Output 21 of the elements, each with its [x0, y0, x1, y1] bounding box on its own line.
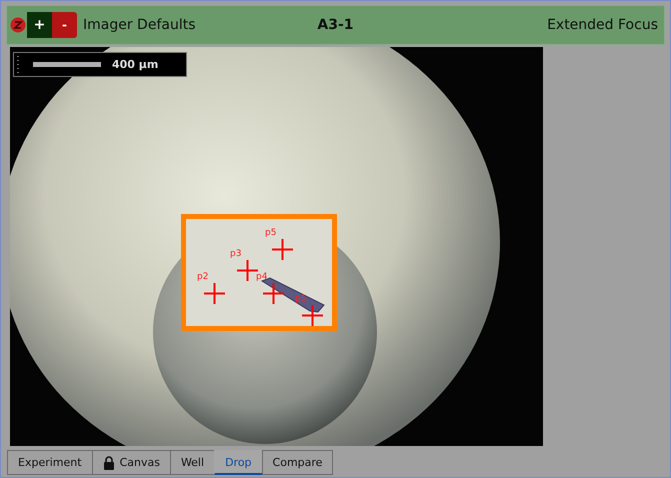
focus-mode-label: Extended Focus: [547, 17, 658, 33]
zoom-reset-icon[interactable]: [10, 17, 26, 33]
view-tab[interactable]: Canvas: [92, 450, 171, 475]
crosshair-marker-icon: [302, 305, 323, 326]
crosshair-marker-icon: [237, 260, 258, 281]
view-tab[interactable]: Well: [170, 450, 216, 475]
point-label: p5: [265, 228, 276, 238]
zoom-out-button[interactable]: -: [52, 12, 77, 38]
point-label: p3: [230, 249, 242, 259]
view-tab[interactable]: Compare: [262, 450, 334, 475]
view-tab[interactable]: Experiment: [7, 450, 93, 475]
crosshair-marker-icon: [263, 283, 284, 304]
scale-bar-label: 400 µm: [112, 58, 158, 71]
crosshair-marker-icon: [204, 283, 225, 304]
well-title: A3-1: [316, 17, 355, 33]
crosshair-marker-icon: [272, 239, 293, 260]
zoom-in-button[interactable]: +: [27, 12, 52, 38]
imager-settings-label: Imager Defaults: [83, 17, 196, 33]
point-label: p2: [197, 272, 208, 282]
point-label: p1: [295, 294, 306, 304]
point-label: p4: [256, 272, 268, 282]
